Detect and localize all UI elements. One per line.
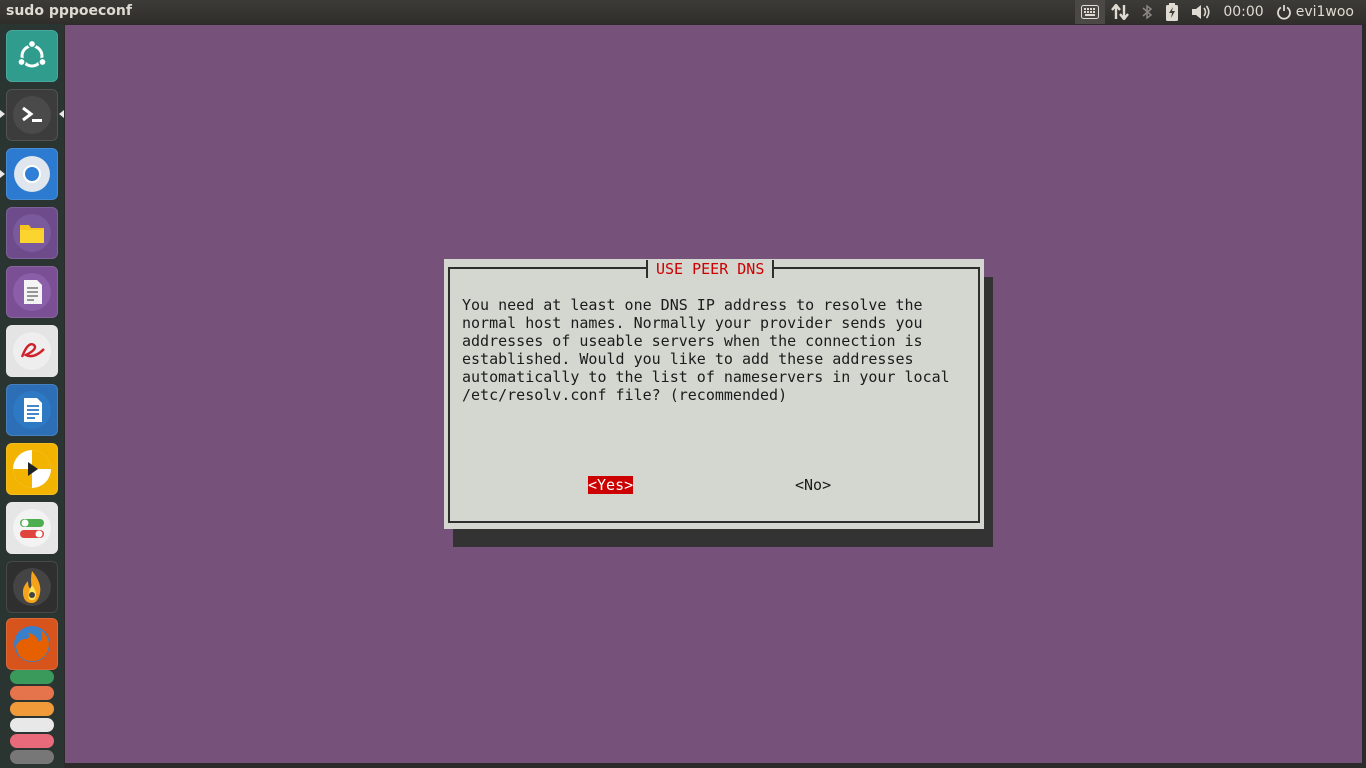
- focus-indicator: [59, 110, 64, 118]
- ubuntu-logo-icon: [17, 39, 47, 68]
- app-stack-icon: [10, 750, 54, 764]
- dialog-message: You need at least one DNS IP address to …: [462, 296, 950, 404]
- play-icon: [13, 450, 51, 488]
- user-name: evi1woo: [1295, 4, 1354, 20]
- launcher-settings-toggles[interactable]: [6, 502, 58, 554]
- keyboard-icon[interactable]: [1075, 0, 1106, 24]
- running-indicator: [0, 110, 5, 118]
- bluetooth-icon[interactable]: [1135, 0, 1159, 24]
- firefox-icon: [14, 626, 50, 662]
- folder-icon: [13, 214, 51, 252]
- pdf-viewer-icon: [13, 332, 51, 370]
- document-icon: [13, 273, 51, 311]
- terminal-icon: [13, 96, 51, 134]
- clock[interactable]: 00:00: [1217, 0, 1269, 24]
- launcher-text-editor[interactable]: [6, 266, 58, 318]
- flame-icon: [13, 568, 51, 606]
- launcher-evince[interactable]: [6, 325, 58, 377]
- battery-icon[interactable]: [1159, 0, 1185, 24]
- launcher-dash-home[interactable]: [6, 30, 58, 82]
- launcher-media-player[interactable]: [6, 443, 58, 495]
- volume-icon[interactable]: [1185, 0, 1217, 24]
- session-menu[interactable]: evi1woo: [1270, 0, 1360, 24]
- top-panel: sudo pppoeconf 00:00 evi1woo: [0, 0, 1366, 24]
- app-stack-icon: [10, 702, 54, 716]
- window-title: sudo pppoeconf: [6, 3, 132, 19]
- dialog: USE PEER DNS You need at least one DNS I…: [444, 259, 984, 529]
- launcher-disc-burner[interactable]: [6, 561, 58, 613]
- network-arrows-icon[interactable]: [1105, 0, 1135, 24]
- launcher-stacked-apps[interactable]: [0, 664, 64, 768]
- running-indicator: [0, 170, 5, 178]
- writer-icon: [13, 391, 51, 429]
- launcher-files[interactable]: [6, 207, 58, 259]
- power-icon: [1276, 5, 1291, 20]
- dialog-title: USE PEER DNS: [646, 260, 775, 278]
- chromium-icon: [14, 156, 50, 192]
- launcher-terminal[interactable]: [6, 89, 58, 141]
- indicator-area: 00:00 evi1woo: [1075, 0, 1360, 24]
- app-stack-icon: [10, 734, 54, 748]
- launcher-writer[interactable]: [6, 384, 58, 436]
- toggle-icon: [13, 509, 51, 547]
- launcher-firefox[interactable]: [6, 618, 58, 670]
- launcher: [0, 24, 64, 768]
- app-stack-icon: [10, 718, 54, 732]
- app-stack-icon: [10, 686, 54, 700]
- yes-button[interactable]: <Yes>: [588, 476, 634, 494]
- app-stack-icon: [10, 670, 54, 684]
- launcher-chromium[interactable]: [6, 148, 58, 200]
- no-button[interactable]: <No>: [795, 476, 831, 494]
